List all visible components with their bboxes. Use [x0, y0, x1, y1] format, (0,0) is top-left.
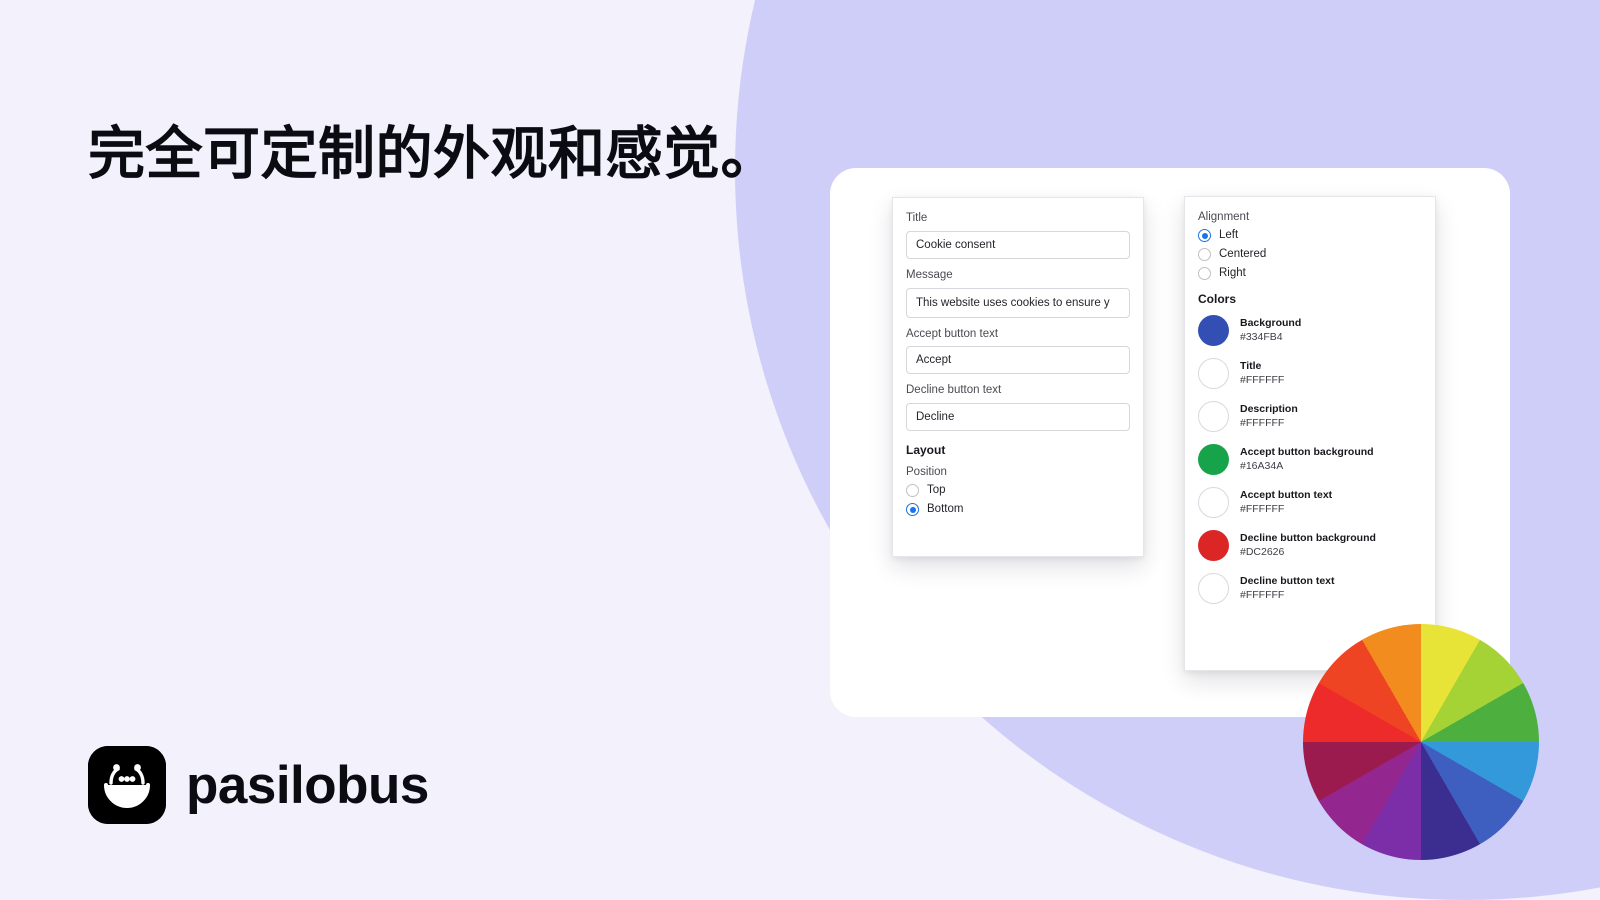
field-title-label: Title — [906, 212, 928, 224]
color-swatch-name: Description — [1240, 403, 1298, 416]
color-swatch-icon[interactable] — [1198, 487, 1229, 518]
brand-name: pasilobus — [186, 755, 429, 815]
color-swatch-text: Description #FFFFFF — [1240, 403, 1298, 430]
color-swatch-icon[interactable] — [1198, 530, 1229, 561]
radio-position-bottom-label: Bottom — [927, 502, 964, 515]
color-swatch-text: Title #FFFFFF — [1240, 360, 1284, 387]
radio-position-top-label: Top — [927, 483, 946, 496]
page-headline: 完全可定制的外观和感觉。 — [88, 122, 778, 187]
radio-unchecked-icon[interactable] — [906, 484, 919, 498]
color-swatch-hex: #334FB4 — [1240, 330, 1283, 343]
accept-button-text-input[interactable]: Accept — [906, 346, 1130, 375]
radio-alignment-centered-label: Centered — [1219, 247, 1267, 260]
radio-position-top[interactable]: Top — [906, 483, 1130, 498]
appearance-panel: Alignment Left Centered Right Colors Bac… — [1184, 196, 1436, 671]
color-swatch-name: Title — [1240, 360, 1262, 373]
color-swatch-text: Background #334FB4 — [1240, 317, 1301, 344]
field-message: Message This website uses cookies to ens… — [906, 269, 1130, 318]
color-swatch-name: Background — [1240, 317, 1302, 330]
appearance-panel-body: Alignment Left Centered Right Colors Bac… — [1185, 211, 1435, 604]
color-swatch-row[interactable]: Decline button background #DC2626 — [1198, 530, 1422, 561]
field-message-label: Message — [906, 268, 953, 281]
color-swatch-text: Decline button background #DC2626 — [1240, 532, 1376, 559]
color-swatch-icon[interactable] — [1198, 315, 1229, 346]
radio-checked-icon[interactable] — [906, 503, 919, 517]
radio-position-bottom[interactable]: Bottom — [906, 502, 1130, 517]
color-swatch-name: Accept button background — [1240, 446, 1374, 459]
smiley-face-icon — [88, 746, 166, 824]
field-accept-button-text-label: Accept button text — [906, 327, 999, 340]
radio-alignment-centered[interactable]: Centered — [1198, 248, 1422, 261]
radio-alignment-right-label: Right — [1219, 266, 1246, 279]
color-swatch-icon[interactable] — [1198, 573, 1229, 604]
color-swatch-hex: #FFFFFF — [1240, 416, 1285, 429]
radio-unchecked-icon[interactable] — [1198, 248, 1211, 261]
decline-button-text-input[interactable]: Decline — [906, 403, 1130, 432]
color-swatch-row[interactable]: Description #FFFFFF — [1198, 401, 1422, 432]
colors-section-heading: Colors — [1198, 292, 1237, 306]
color-swatch-name: Accept button text — [1240, 489, 1333, 502]
radio-alignment-right[interactable]: Right — [1198, 267, 1422, 280]
color-swatch-row[interactable]: Title #FFFFFF — [1198, 358, 1422, 389]
field-decline-button-text-label: Decline button text — [906, 384, 1002, 397]
color-swatch-hex: #DC2626 — [1240, 545, 1285, 558]
settings-panel-body: Title Cookie consent Message This websit… — [893, 212, 1143, 517]
position-group-label: Position — [906, 466, 947, 479]
color-swatch-name: Decline button text — [1240, 575, 1335, 588]
colors-list: Background #334FB4 Title #FFFFFF Description… — [1198, 315, 1422, 604]
color-wheel-icon[interactable] — [1303, 624, 1539, 860]
color-swatch-icon[interactable] — [1198, 401, 1229, 432]
radio-checked-icon[interactable] — [1198, 229, 1211, 242]
color-swatch-text: Accept button text #FFFFFF — [1240, 489, 1332, 516]
color-swatch-hex: #FFFFFF — [1240, 502, 1285, 515]
color-swatch-row[interactable]: Decline button text #FFFFFF — [1198, 573, 1422, 604]
title-input[interactable]: Cookie consent — [906, 230, 1130, 259]
radio-alignment-left[interactable]: Left — [1198, 229, 1422, 242]
brand-lockup: pasilobus — [88, 746, 429, 824]
color-swatch-hex: #FFFFFF — [1240, 588, 1285, 601]
color-swatch-icon[interactable] — [1198, 358, 1229, 389]
color-swatch-row[interactable]: Accept button text #FFFFFF — [1198, 487, 1422, 518]
message-input[interactable]: This website uses cookies to ensure y — [906, 287, 1130, 318]
color-swatch-text: Accept button background #16A34A — [1240, 446, 1374, 473]
field-accept-button-text: Accept button text Accept — [906, 328, 1130, 375]
color-swatch-hex: #FFFFFF — [1240, 373, 1285, 386]
color-swatch-icon[interactable] — [1198, 444, 1229, 475]
layout-section-heading: Layout — [906, 443, 946, 458]
color-swatch-row[interactable]: Background #334FB4 — [1198, 315, 1422, 346]
field-decline-button-text: Decline button text Decline — [906, 384, 1130, 432]
radio-alignment-left-label: Left — [1219, 228, 1239, 241]
color-swatch-text: Decline button text #FFFFFF — [1240, 575, 1335, 602]
color-swatch-name: Decline button background — [1240, 532, 1376, 545]
color-swatch-hex: #16A34A — [1240, 459, 1284, 472]
settings-panel: Title Cookie consent Message This websit… — [892, 197, 1144, 557]
color-swatch-row[interactable]: Accept button background #16A34A — [1198, 444, 1422, 475]
alignment-group-label: Alignment — [1198, 211, 1250, 223]
radio-unchecked-icon[interactable] — [1198, 267, 1211, 280]
field-title: Title Cookie consent — [906, 212, 1130, 259]
